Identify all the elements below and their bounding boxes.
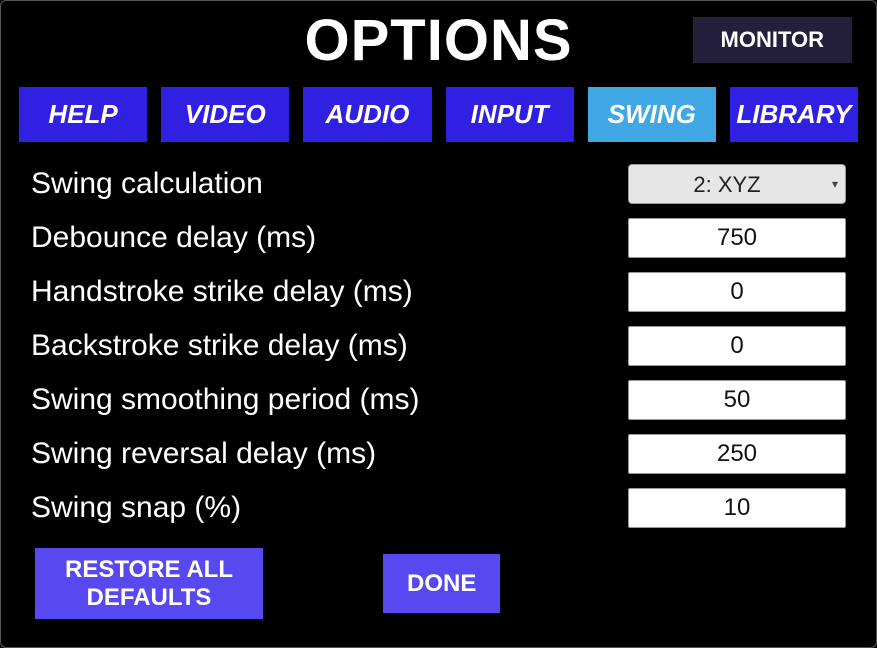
done-button[interactable]: DONE	[383, 554, 500, 614]
tab-swing[interactable]: SWING	[588, 87, 716, 142]
restore-defaults-button[interactable]: RESTORE ALL DEFAULTS	[35, 548, 263, 619]
smoothing-period-label: Swing smoothing period (ms)	[31, 383, 420, 417]
debounce-delay-label: Debounce delay (ms)	[31, 221, 316, 255]
handstroke-delay-input[interactable]	[628, 272, 846, 312]
swing-calculation-label: Swing calculation	[31, 167, 263, 201]
swing-snap-label: Swing snap (%)	[31, 491, 241, 525]
tab-bar: HELP VIDEO AUDIO INPUT SWING LIBRARY	[1, 75, 876, 158]
tab-video[interactable]: VIDEO	[161, 87, 289, 142]
tab-input[interactable]: INPUT	[446, 87, 574, 142]
swing-snap-input[interactable]	[628, 488, 846, 528]
monitor-button[interactable]: MONITOR	[693, 17, 852, 63]
smoothing-period-input[interactable]	[628, 380, 846, 420]
tab-audio[interactable]: AUDIO	[303, 87, 431, 142]
debounce-delay-input[interactable]	[628, 218, 846, 258]
tab-library[interactable]: LIBRARY	[730, 87, 858, 142]
settings-panel: Swing calculation 2: XYZ ▾ Debounce dela…	[1, 158, 876, 528]
backstroke-delay-label: Backstroke strike delay (ms)	[31, 329, 408, 363]
handstroke-delay-label: Handstroke strike delay (ms)	[31, 275, 413, 309]
reversal-delay-label: Swing reversal delay (ms)	[31, 437, 376, 471]
tab-help[interactable]: HELP	[19, 87, 147, 142]
page-title: OPTIONS	[304, 7, 572, 74]
swing-calculation-select[interactable]: 2: XYZ	[628, 164, 846, 204]
reversal-delay-input[interactable]	[628, 434, 846, 474]
backstroke-delay-input[interactable]	[628, 326, 846, 366]
